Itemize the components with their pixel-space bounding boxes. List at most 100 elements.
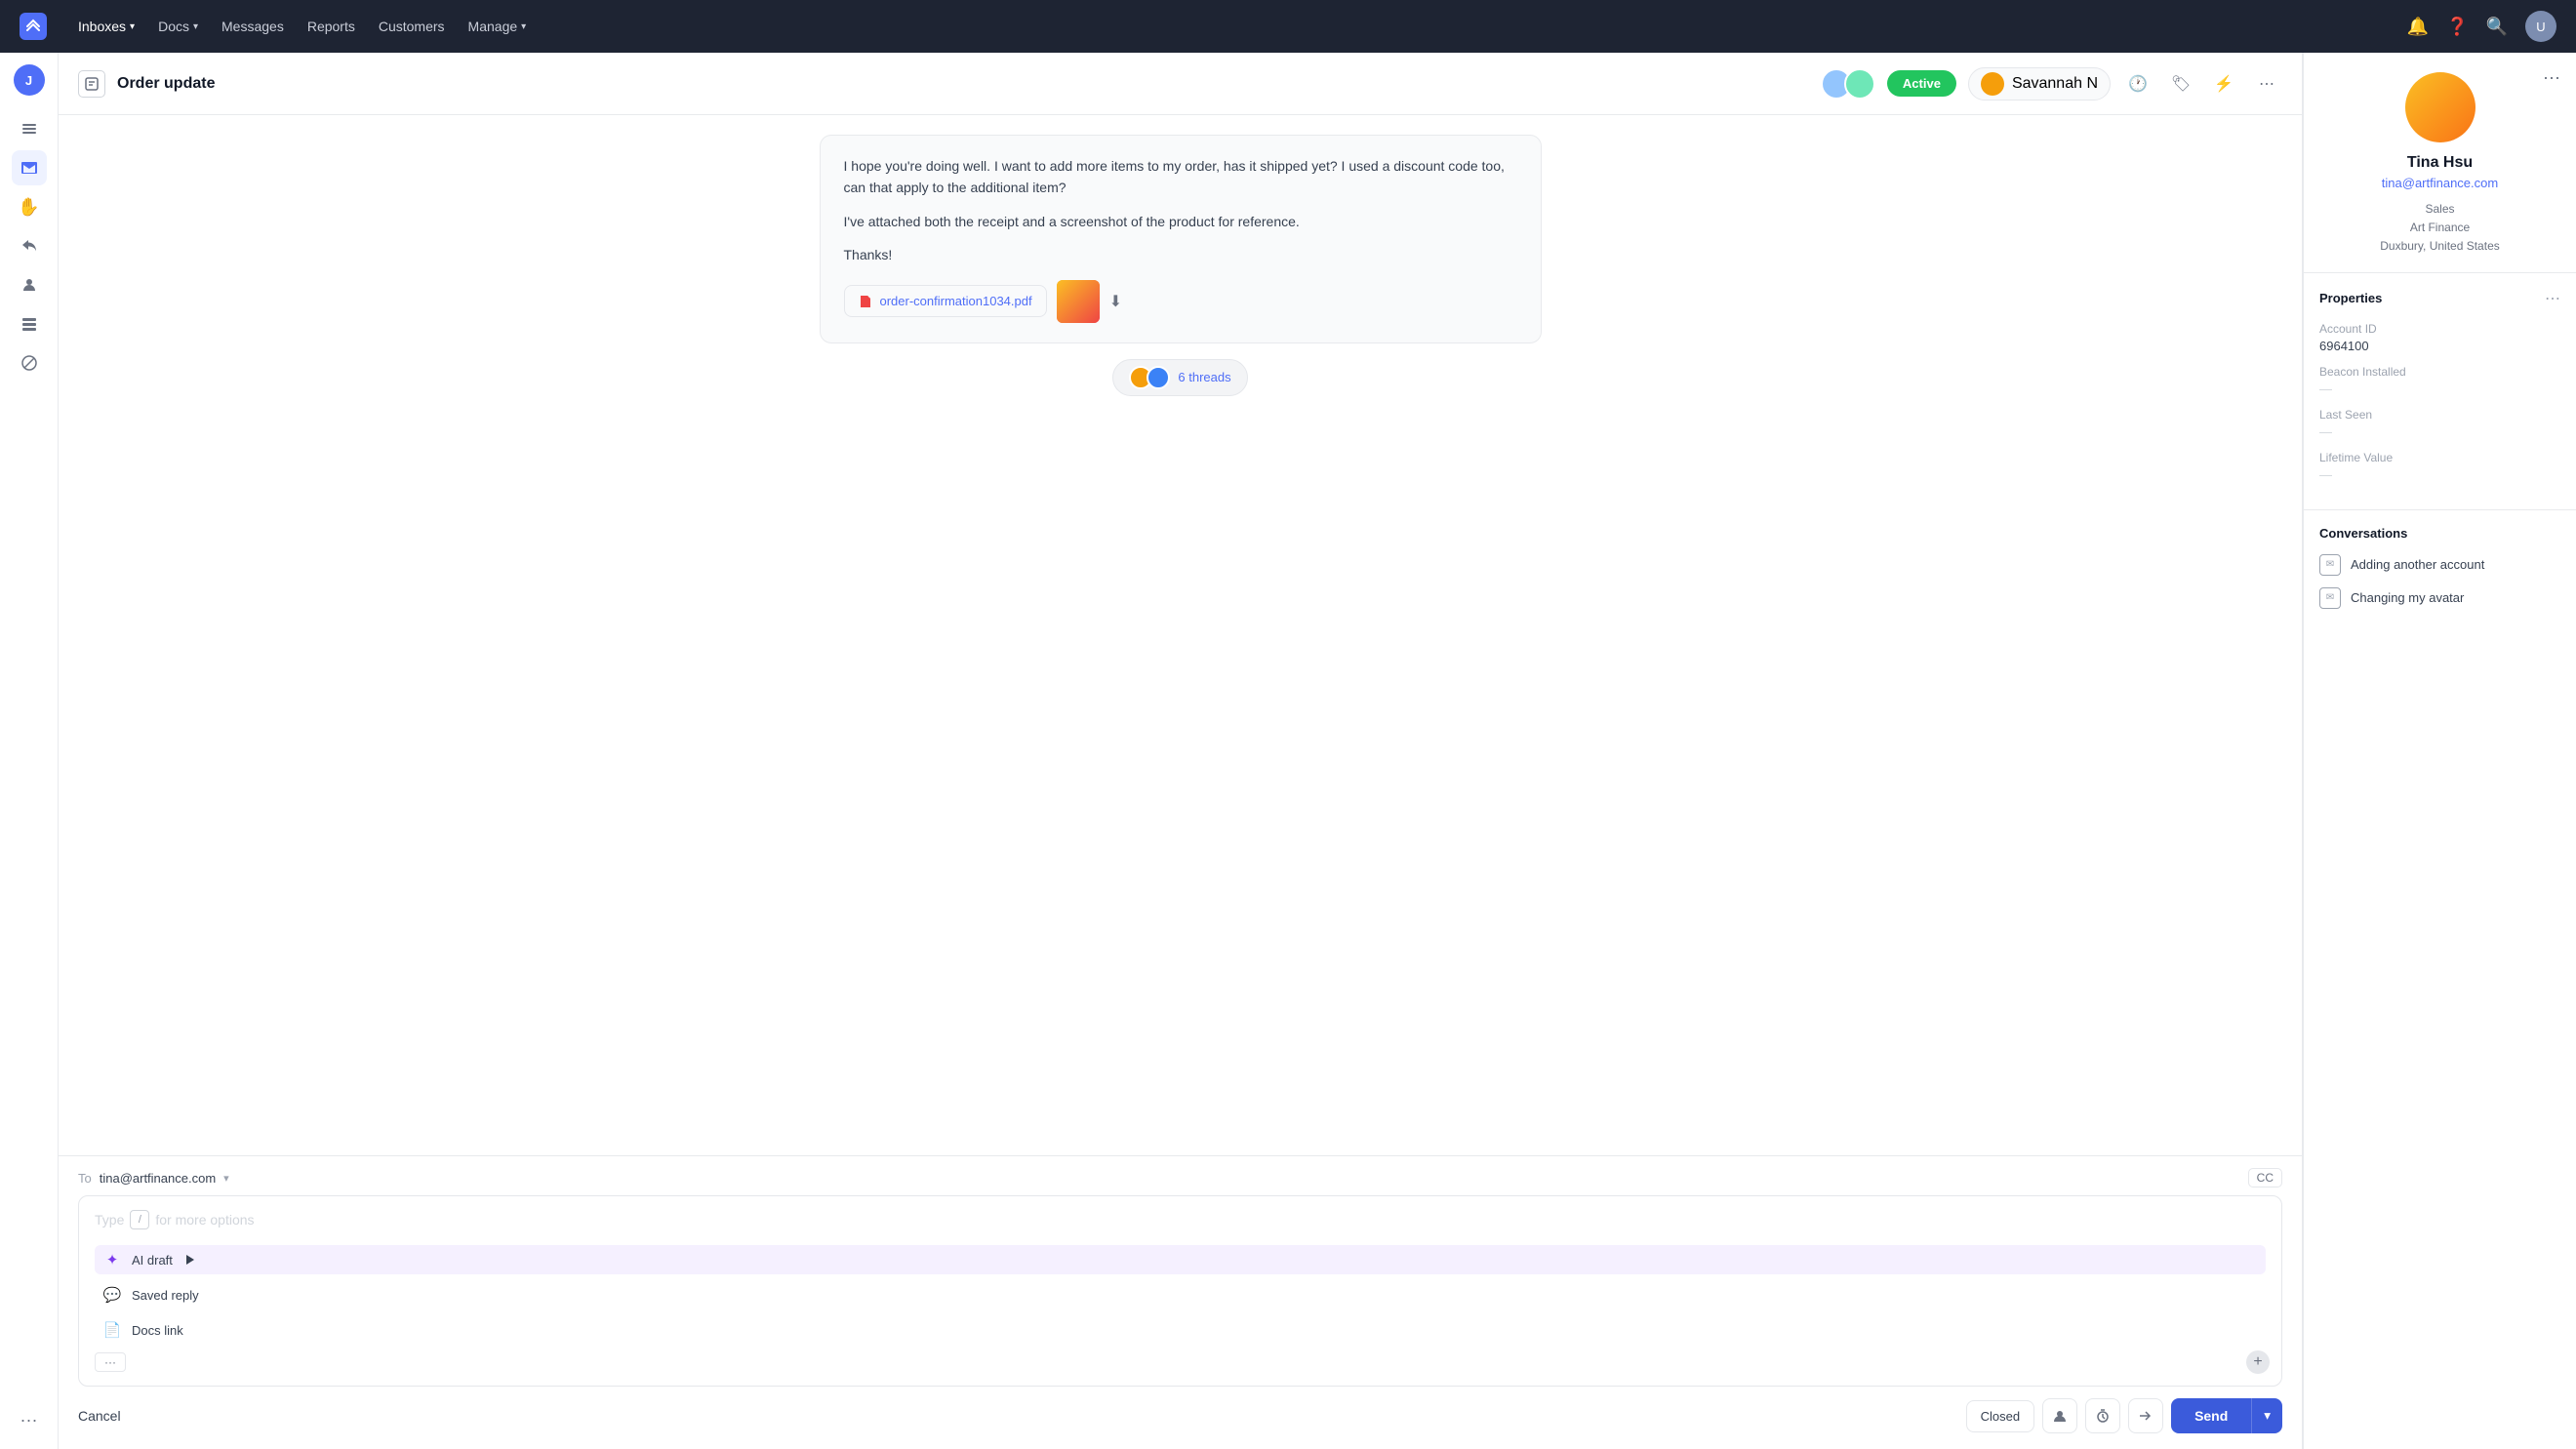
contact-meta: Sales Art Finance Duxbury, United States [2380,200,2500,257]
sidebar-icon-list[interactable] [12,306,47,342]
assignee-avatar [1981,72,2004,96]
conv-item-icon-1: ✉ [2319,554,2341,576]
timer-icon[interactable] [2085,1398,2120,1433]
threads-pill[interactable]: 6 threads [1112,359,1247,396]
messages-area: I hope you're doing well. I want to add … [59,115,2302,1155]
logo [20,13,47,40]
message-text: I hope you're doing well. I want to add … [844,155,1517,266]
properties-section: Properties ⋯ Account ID 6964100 Beacon I… [2304,273,2576,510]
image-attachment[interactable] [1057,280,1100,323]
help-icon[interactable]: ❓ [2446,17,2468,37]
nav-reports[interactable]: Reports [307,19,355,34]
avatar-2 [1844,68,1875,100]
reply-to-email: tina@artfinance.com [100,1171,216,1186]
ai-draft-label: AI draft [132,1253,173,1268]
contact-company: Art Finance [2410,221,2470,234]
sidebar-icon-inbox[interactable] [12,150,47,185]
contact-location: Duxbury, United States [2380,239,2500,253]
pdf-filename: order-confirmation1034.pdf [880,294,1032,308]
sidebar-avatar[interactable]: J [14,64,45,96]
saved-reply-action[interactable]: 💬 Saved reply [95,1280,2266,1309]
forward-icon[interactable] [2128,1398,2163,1433]
sidebar-icon-contact[interactable] [12,267,47,302]
message-paragraph-1: I hope you're doing well. I want to add … [844,155,1517,199]
send-button[interactable]: Send [2171,1398,2251,1433]
message-bubble: I hope you're doing well. I want to add … [820,135,1542,343]
reply-footer: Cancel Closed Send [78,1387,2282,1449]
properties-title: Properties [2319,291,2382,305]
label-icon[interactable]: 🏷 [2165,68,2196,100]
notification-icon[interactable]: 🔔 [2407,17,2429,37]
nav-inboxes[interactable]: Inboxes ▾ [78,19,135,34]
nav-messages[interactable]: Messages [221,19,284,34]
message-paragraph-3: Thanks! [844,244,1517,265]
status-badge[interactable]: Active [1887,70,1956,97]
attachments: order-confirmation1034.pdf ⬇ [844,280,1517,323]
contact-header: ⋯ Tina Hsu tina@artfinance.com Sales Art… [2304,53,2576,273]
search-icon[interactable]: 🔍 [2486,17,2508,37]
closed-button[interactable]: Closed [1966,1400,2034,1432]
message-paragraph-2: I've attached both the receipt and a scr… [844,211,1517,232]
nav-manage[interactable]: Manage ▾ [468,19,527,34]
account-id-row: Account ID 6964100 [2319,322,2560,353]
contact-email[interactable]: tina@artfinance.com [2382,176,2498,190]
download-icon[interactable]: ⬇ [1109,292,1122,311]
contact-name: Tina Hsu [2407,154,2473,172]
header-actions: Active Savannah N 🕐 🏷 ⚡ ⋯ [1821,67,2282,101]
nav-docs[interactable]: Docs ▾ [158,19,198,34]
conversation-item-2[interactable]: ✉ Changing my avatar [2319,587,2560,609]
saved-reply-icon: 💬 [102,1286,122,1304]
cancel-button[interactable]: Cancel [78,1408,121,1424]
thread-avatar-2 [1147,366,1170,389]
cc-button[interactable]: CC [2248,1168,2282,1187]
reply-input-box[interactable]: Type / for more options ✦ AI draft 💬 Sav… [78,1195,2282,1387]
right-panel: ⋯ Tina Hsu tina@artfinance.com Sales Art… [2303,53,2576,1449]
beacon-label: Beacon Installed [2319,365,2560,379]
nav-customers[interactable]: Customers [379,19,445,34]
conversation-title: Order update [117,75,1821,93]
more-options-icon[interactable]: ⋯ [2251,68,2282,100]
saved-reply-label: Saved reply [132,1288,199,1303]
reply-to-row: To tina@artfinance.com ▾ CC [78,1168,2282,1187]
lifetime-value: — [2319,467,2560,482]
conversations-section: Conversations ✉ Adding another account ✉… [2304,510,2576,636]
conversation-header: Order update Active Savannah N 🕐 🏷 ⚡ ⋯ [59,53,2302,115]
account-id-label: Account ID [2319,322,2560,336]
sidebar-icon-menu[interactable] [12,111,47,146]
assignee-badge[interactable]: Savannah N [1968,67,2111,101]
time-icon[interactable]: 🕐 [2122,68,2153,100]
ai-draft-action[interactable]: ✦ AI draft [95,1245,2266,1274]
pdf-attachment[interactable]: order-confirmation1034.pdf [844,285,1047,317]
user-avatar[interactable]: U [2525,11,2556,42]
assignee-name: Savannah N [2012,75,2098,93]
participant-avatars [1821,68,1875,100]
conversations-title: Conversations [2319,526,2560,541]
send-dropdown-button[interactable]: ▾ [2251,1398,2282,1433]
reply-to-label: To [78,1171,92,1186]
sidebar-icon-reply[interactable] [12,228,47,263]
properties-header: Properties ⋯ [2319,289,2560,308]
docs-link-action[interactable]: 📄 Docs link [95,1315,2266,1345]
sidebar-icon-hand[interactable]: ✋ [12,189,47,224]
docs-link-label: Docs link [132,1323,183,1338]
reply-area: To tina@artfinance.com ▾ CC Type / for m… [59,1155,2302,1449]
beacon-value: — [2319,382,2560,396]
conversation-panel: Order update Active Savannah N 🕐 🏷 ⚡ ⋯ [59,53,2303,1449]
more-options-button[interactable]: ··· [95,1352,126,1372]
conv-item-label-1: Adding another account [2351,557,2484,572]
conversation-item-1[interactable]: ✉ Adding another account [2319,554,2560,576]
threads-label: 6 threads [1178,370,1230,384]
reply-dropdown-icon[interactable]: ▾ [223,1172,229,1185]
threads-connector: 6 threads [98,359,2263,396]
lightning-icon[interactable]: ⚡ [2208,68,2239,100]
contact-more-icon[interactable]: ⋯ [2543,68,2560,89]
contact-role: Sales [2425,202,2454,216]
last-seen-value: — [2319,424,2560,439]
sidebar-icon-more[interactable]: ··· [12,1402,47,1437]
top-navigation: Inboxes ▾ Docs ▾ Messages Reports Custom… [0,0,2576,53]
assign-icon[interactable] [2042,1398,2077,1433]
quick-actions: ✦ AI draft 💬 Saved reply 📄 Docs link [95,1241,2266,1348]
properties-more-icon[interactable]: ⋯ [2545,289,2560,308]
sidebar-icon-block[interactable] [12,345,47,381]
add-attachment-button[interactable]: + [2246,1350,2270,1374]
